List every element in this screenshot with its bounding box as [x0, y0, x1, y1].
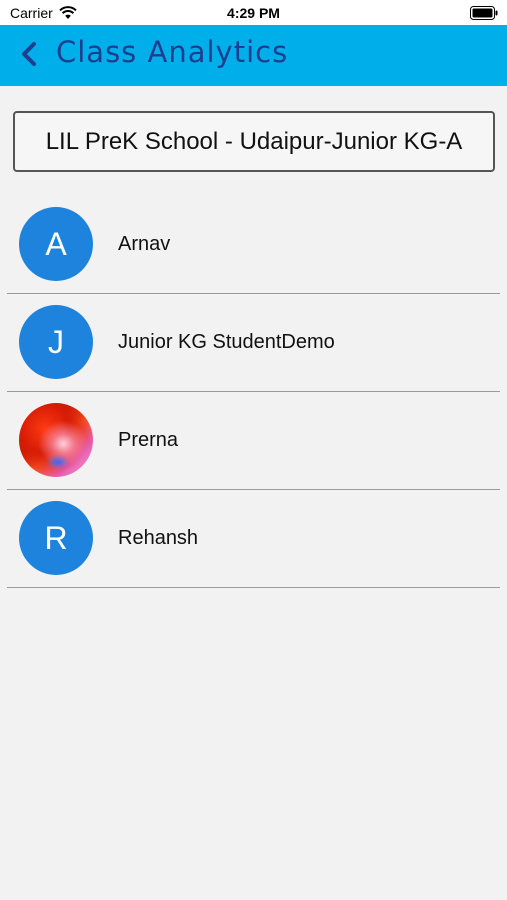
student-row[interactable]: R Rehansh [0, 490, 507, 588]
avatar: A [19, 207, 93, 281]
student-row[interactable]: A Arnav [0, 196, 507, 294]
divider [7, 586, 500, 588]
app-header: Class Analytics [0, 25, 507, 86]
back-button[interactable] [14, 39, 44, 69]
status-time: 4:29 PM [227, 5, 280, 21]
student-name: Arnav [118, 233, 171, 255]
student-name: Prerna [118, 429, 179, 451]
student-row[interactable]: J Junior KG StudentDemo [0, 294, 507, 392]
student-list: A Arnav J Junior KG StudentDemo Prerna R… [0, 196, 507, 588]
student-name: Junior KG StudentDemo [118, 331, 335, 353]
battery-icon [470, 6, 498, 20]
class-selector-value: LIL PreK School - Udaipur-Junior KG-A [45, 127, 463, 155]
avatar-initial: J [48, 323, 64, 360]
chevron-left-icon [22, 42, 36, 66]
avatar-photo [19, 403, 93, 477]
status-bar: Carrier 4:29 PM [0, 0, 507, 25]
photo-detail [47, 455, 69, 469]
page-title: Class Analytics [56, 35, 289, 69]
student-name: Rehansh [118, 527, 199, 549]
class-selector[interactable]: LIL PreK School - Udaipur-Junior KG-A [13, 111, 495, 172]
student-row[interactable]: Prerna [0, 392, 507, 490]
avatar: R [19, 501, 93, 575]
avatar-initial: A [45, 225, 67, 262]
avatar-initial: R [44, 519, 68, 556]
avatar: J [19, 305, 93, 379]
